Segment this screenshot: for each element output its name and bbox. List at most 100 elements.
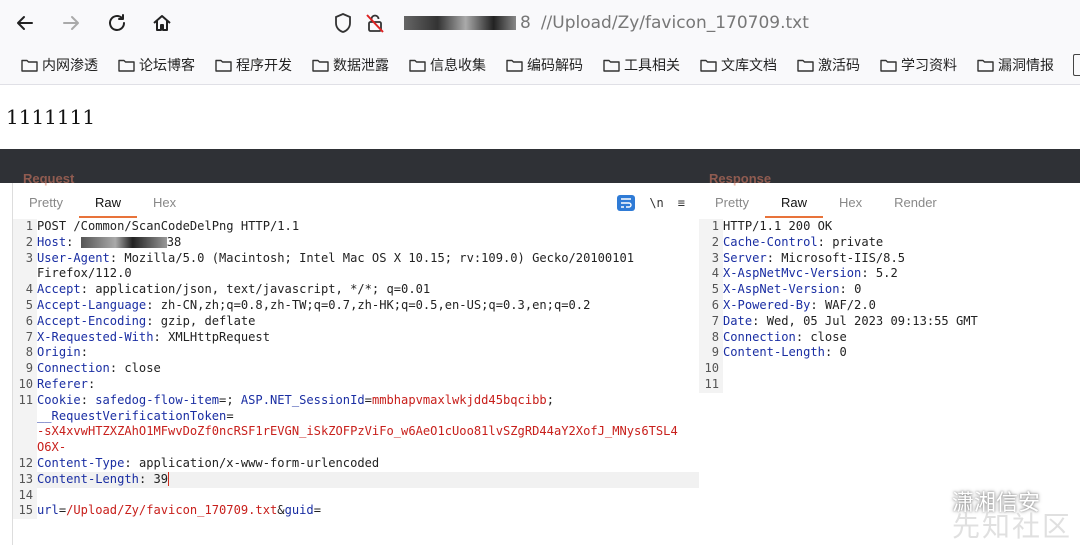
tab-render[interactable]: Render: [878, 193, 953, 216]
line-number: 5: [13, 297, 37, 314]
code-line: 9 Connection: close: [13, 361, 699, 377]
line-number: [13, 424, 37, 441]
code-line: 10 Referer:: [13, 376, 699, 393]
menu-icon[interactable]: ≡: [678, 196, 685, 210]
line-text: Accept-Encoding: gzip, deflate: [37, 313, 256, 328]
line-text: User-Agent: Mozilla/5.0 (Macintosh; Inte…: [37, 250, 635, 265]
line-text: Content-Length: 0: [723, 345, 847, 360]
forward-button[interactable]: [56, 8, 86, 38]
tab-hex[interactable]: Hex: [823, 193, 878, 216]
code-line: 15 url=/Upload/Zy/favicon_170709.txt&guid…: [13, 503, 699, 520]
code-line: 6 X-Powered-By: WAF/2.0: [699, 297, 1080, 314]
code-line: 3 Server: Microsoft-IIS/8.5: [699, 250, 1080, 267]
insecure-lock-icon[interactable]: [362, 10, 388, 36]
line-text: HTTP/1.1 200 OK: [723, 219, 832, 235]
bookmark-item[interactable]: 编码解码: [506, 55, 583, 75]
bookmark-item[interactable]: 程序开发: [215, 55, 292, 75]
code-line: 11: [699, 376, 1080, 393]
folder-icon: [977, 59, 994, 72]
header-value: HTTP/1.1 200 OK: [723, 219, 833, 233]
folder-icon: [603, 59, 620, 72]
header-name: Accept-Language: [37, 297, 147, 312]
line-text: Content-Length: 39: [37, 471, 170, 487]
code-line: 1 HTTP/1.1 200 OK: [699, 219, 1080, 235]
bookmark-item[interactable]: 信息收集: [409, 55, 486, 75]
bookmark-item[interactable]: 工具相关: [603, 55, 680, 75]
header-value: close: [810, 329, 847, 344]
reload-button[interactable]: [102, 8, 132, 38]
reload-icon: [109, 14, 125, 31]
line-text: __RequestVerificationToken=: [37, 408, 234, 423]
line-number: 14: [13, 487, 37, 504]
folder-icon: [21, 59, 38, 72]
header-value: Mozilla/5.0 (Macintosh; Intel Mac OS X 1…: [124, 250, 635, 265]
bookmark-item[interactable]: 论坛博客: [118, 55, 195, 75]
tracking-shield-icon[interactable]: [330, 10, 356, 36]
bookmark-label: 论坛博客: [139, 57, 195, 73]
address-bar[interactable]: 8//Upload/Zy/favicon_170709.txt: [330, 6, 1080, 40]
show-newlines-button[interactable]: \n: [649, 196, 663, 210]
bookmark-label: 漏洞情报: [998, 57, 1054, 73]
home-button[interactable]: [147, 8, 177, 38]
line-number: [13, 266, 37, 283]
line-text: O6X-: [37, 440, 66, 456]
line-number: 11: [13, 392, 37, 409]
back-button[interactable]: [10, 8, 40, 38]
param-name: guid: [284, 503, 314, 518]
code-line: 7 Date: Wed, 05 Jul 2023 09:13:55 GMT: [699, 313, 1080, 330]
header-value: application/json, text/javascript, */*; …: [95, 282, 431, 297]
code-line: 7 X-Requested-With: XMLHttpRequest: [13, 329, 699, 346]
code-line: 5 X-AspNet-Version: 0: [699, 282, 1080, 298]
folder-icon: [700, 59, 717, 72]
line-text: Host: 38: [37, 234, 182, 249]
line-number: 4: [699, 266, 723, 283]
tab-raw[interactable]: Raw: [78, 193, 137, 218]
header-value: 38: [166, 234, 182, 249]
home-icon: [153, 15, 171, 31]
header-value: Wed, 05 Jul 2023 09:13:55 GMT: [766, 313, 978, 328]
code-line: 5 Accept-Language: zh-CN,zh;q=0.8,zh-TW;q…: [13, 297, 699, 314]
line-text: Cookie: safedog-flow-item=; ASP.NET_Sess…: [37, 392, 554, 407]
line-text: Origin:: [37, 345, 96, 360]
line-number: 7: [13, 329, 37, 346]
tab-raw[interactable]: Raw: [764, 193, 823, 218]
line-text: X-AspNet-Version: 0: [723, 282, 862, 297]
header-value: 5.2: [875, 266, 898, 281]
cookie-value: O6X-: [37, 440, 67, 455]
bookmark-item[interactable]: 学习资料: [880, 55, 957, 75]
param-name: url: [37, 503, 59, 518]
bookmark-item[interactable]: 激活码: [797, 55, 860, 75]
tab-pretty[interactable]: Pretty: [699, 193, 765, 216]
wrap-lines-button[interactable]: [617, 195, 636, 211]
bookmark-item[interactable]: 内网渗透: [21, 55, 98, 75]
tab-hex[interactable]: Hex: [137, 193, 192, 216]
line-number: 12: [13, 455, 37, 472]
response-tabs: Pretty Raw Hex Render: [699, 193, 953, 218]
request-panel: Request Pretty Raw Hex \n ≡ 1 POST /Common/…: [12, 171, 700, 545]
bookmark-label: 学习资料: [901, 57, 957, 73]
redacted-host: [80, 236, 167, 248]
cookie-value: -sX4xvwHTZXZAhO1MFwvDoZf0ncRSF1rEVGN_iSk…: [37, 424, 678, 439]
line-number: 9: [699, 345, 723, 362]
bookmark-label: 数据泄露: [333, 57, 389, 73]
tab-pretty[interactable]: Pretty: [13, 193, 79, 216]
folder-icon: [880, 59, 897, 72]
header-name: Content-Length: [723, 345, 825, 360]
bookmarks-bar: 内网渗透 论坛博客 程序开发 数据泄露 信息收集 编码解码 工具相关 文库文档 激活码 学习资料 漏…: [0, 46, 1080, 85]
bookmark-item[interactable]: 文库文档: [700, 55, 777, 75]
bookmarks-overflow-button[interactable]: [1073, 54, 1080, 76]
header-value: Firefox/112.0: [37, 266, 132, 281]
bookmark-item[interactable]: 漏洞情报: [977, 55, 1054, 75]
bookmark-label: 工具相关: [624, 57, 680, 73]
line-text: Connection: close: [723, 329, 847, 344]
line-number: 7: [699, 313, 723, 330]
folder-icon: [215, 59, 232, 72]
line-number: 3: [13, 250, 37, 267]
header-value: 0: [839, 345, 847, 360]
line-number: [13, 440, 37, 456]
bookmark-item[interactable]: 数据泄露: [312, 55, 389, 75]
request-editor[interactable]: 1 POST /Common/ScanCodeDelPng HTTP/1.1 2 Ho…: [13, 219, 699, 545]
line-text: url=/Upload/Zy/favicon_170709.txt&guid=: [37, 503, 321, 518]
cookie-name: safedog-flow-item: [95, 392, 220, 407]
line-number: 3: [699, 250, 723, 267]
